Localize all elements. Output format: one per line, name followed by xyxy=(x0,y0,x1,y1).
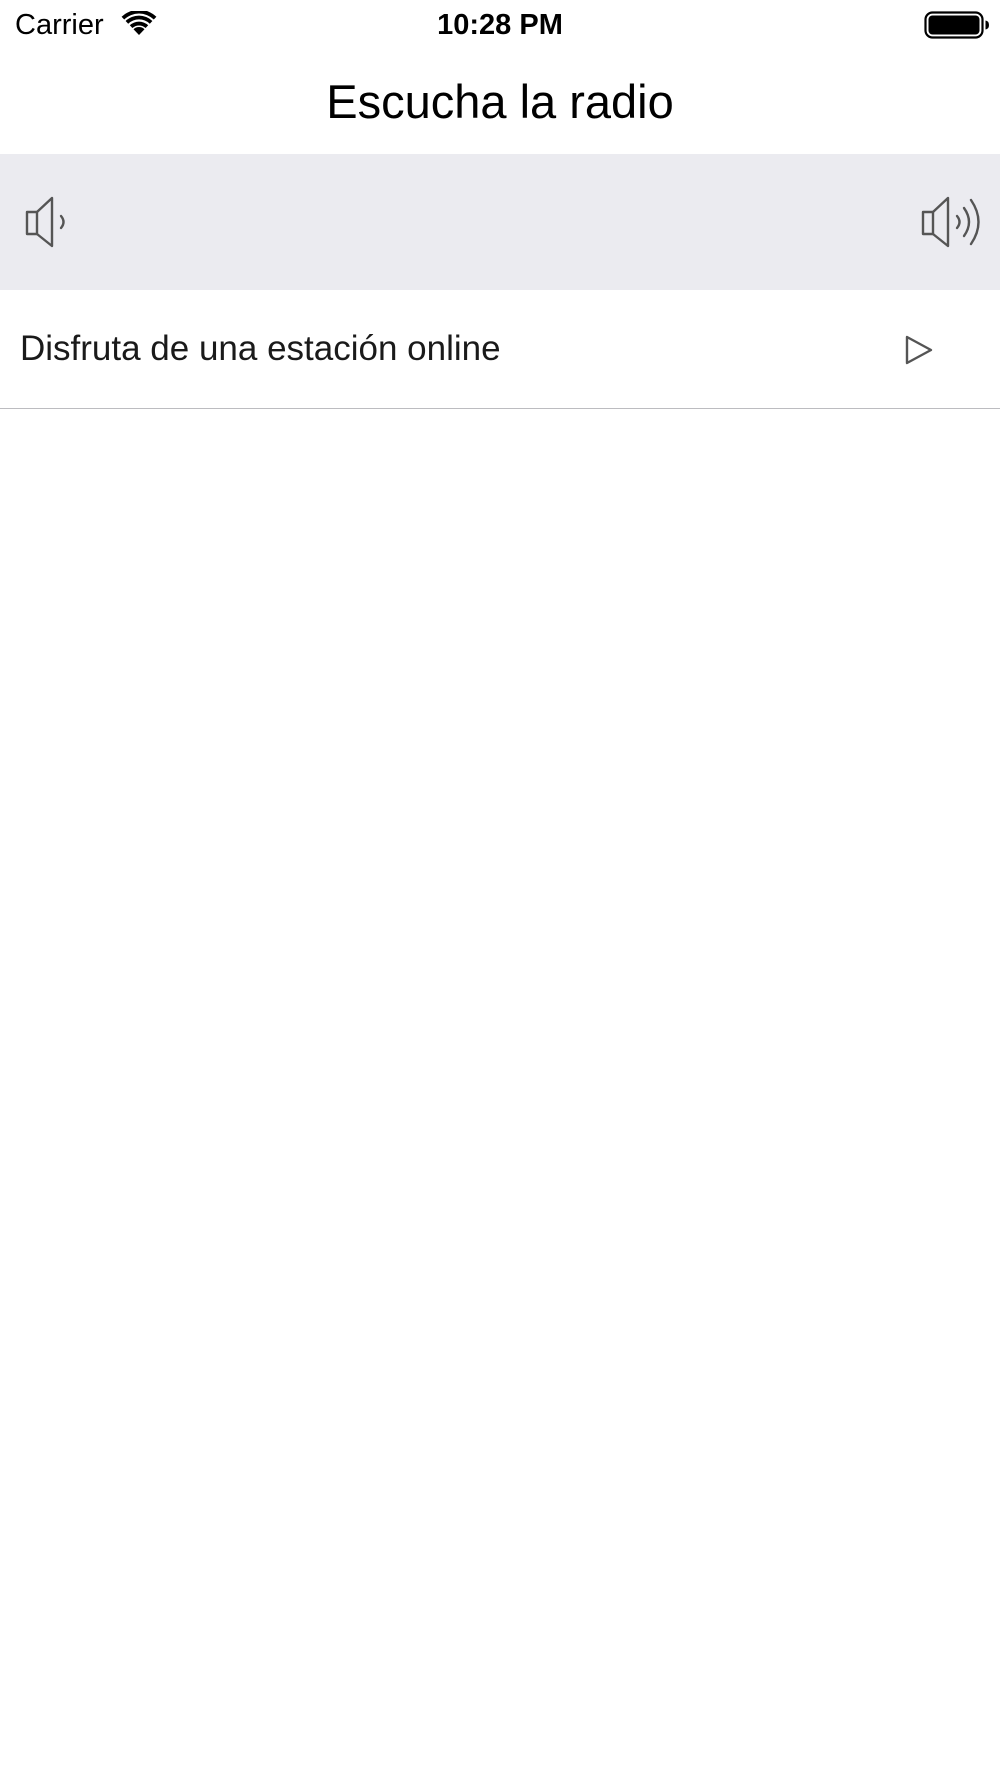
battery-icon xyxy=(924,11,989,39)
play-icon[interactable] xyxy=(903,334,937,366)
speaker-low-icon[interactable] xyxy=(24,194,74,250)
clock: 10:28 PM xyxy=(437,9,563,41)
page-title: Escucha la radio xyxy=(326,75,674,128)
navigation-bar: Escucha la radio xyxy=(0,50,1000,154)
speaker-high-icon[interactable] xyxy=(920,194,986,250)
volume-bar[interactable] xyxy=(0,154,1000,290)
list-item[interactable]: Disfruta de una estación online xyxy=(0,290,1000,409)
station-label: Disfruta de una estación online xyxy=(20,329,501,368)
status-bar: Carrier 10:28 PM xyxy=(0,0,1000,50)
screen: Carrier 10:28 PM Escucha la radio Disfru… xyxy=(0,0,1000,1778)
